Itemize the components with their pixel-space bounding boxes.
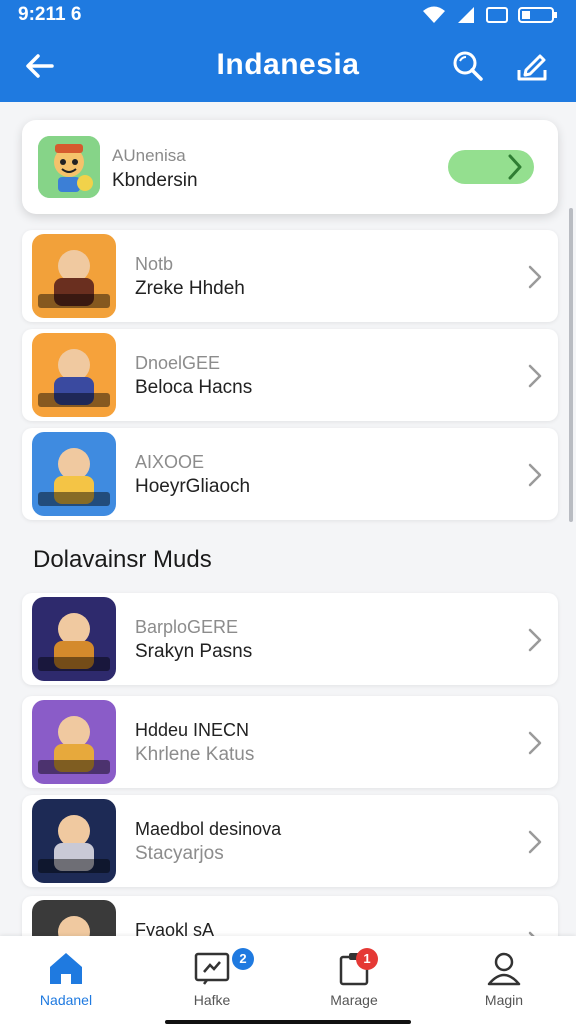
chevron-right-icon [528,731,542,755]
nav-tab-home[interactable]: Nadanel [6,950,126,1020]
status-time: 9:211 6 [18,4,82,25]
bottom-nav: Nadanel Hafke 2 Marage 1 Magin [0,936,576,1024]
home-icon [50,953,82,984]
item-label: BarploGERE [135,617,239,637]
signal-icon [458,7,474,23]
chevron-right-icon [528,463,542,487]
app-thumbnail [32,799,116,883]
alert-badge: 1 [356,948,378,970]
app-thumbnail [32,333,116,417]
item-title: Beloca Hacns [135,377,253,398]
item-label: Hddeu INECN [135,720,250,740]
list-item[interactable]: AIXOOE HoeyrGliaoch [22,428,558,520]
featured-app-subtitle: AUnenisa [112,146,186,165]
chevron-right-icon [528,628,542,652]
status-icons [422,6,558,24]
scrollbar[interactable] [569,208,573,522]
search-icon[interactable] [450,48,486,84]
featured-app-card[interactable]: AUnenisa Kbndersin [22,120,558,214]
chevron-right-icon [528,830,542,854]
chart-screen-icon [194,952,230,985]
featured-toggle[interactable] [448,150,534,184]
list-item[interactable]: Notb Zreke Hhdeh [22,230,558,322]
app-thumbnail [32,234,116,318]
section-title: Dolavainsr Muds [33,546,212,573]
list-item[interactable]: BarploGERE Srakyn Pasns [22,593,558,685]
chevron-right-icon [528,364,542,388]
list-item[interactable]: Hddeu INECN Khrlene Katus [22,696,558,788]
app-bar: Indanesia [0,30,576,102]
app-thumbnail [32,432,116,516]
app-thumbnail [32,597,116,681]
item-label: AIXOOE [135,452,205,472]
home-indicator [165,1020,411,1024]
nav-tab-profile[interactable]: Magin [444,950,564,1020]
share-icon[interactable] [514,48,550,84]
chevron-right-icon [508,154,522,180]
item-title: Zreke Hhdeh [135,278,245,299]
item-title: Stacyarjos [135,843,224,864]
back-arrow-icon[interactable] [22,48,58,84]
profile-icon [487,952,521,986]
item-title: Srakyn Pasns [135,641,253,662]
item-label: Notb [135,254,174,274]
item-label: DnoelGEE [135,353,221,373]
nav-tab-marage[interactable]: Marage [294,950,414,1020]
page-title: Indanesia [216,48,360,81]
list-item[interactable]: DnoelGEE Beloca Hacns [22,329,558,421]
status-bar: 9:211 6 [0,0,576,30]
nav-label-profile: Magin [484,992,524,1008]
nav-tab-hafke[interactable]: Hafke [152,950,272,1020]
featured-app-icon [38,136,100,198]
wifi-icon [423,6,445,23]
item-label: Maedbol desinova [135,819,282,839]
nav-label-hafke: Hafke [193,992,231,1008]
notification-badge: 2 [232,948,254,970]
battery-icon [518,7,557,23]
featured-app-name: Kbndersin [112,170,198,191]
item-title: Khrlene Katus [135,744,255,765]
app-thumbnail [32,700,116,784]
nav-label-home: Nadanel [39,992,93,1008]
chevron-right-icon [528,265,542,289]
item-title: HoeyrGliaoch [135,476,251,497]
sim-icon [486,7,508,23]
list-item[interactable]: Maedbol desinova Stacyarjos [22,795,558,887]
nav-label-marage: Marage [330,992,378,1008]
